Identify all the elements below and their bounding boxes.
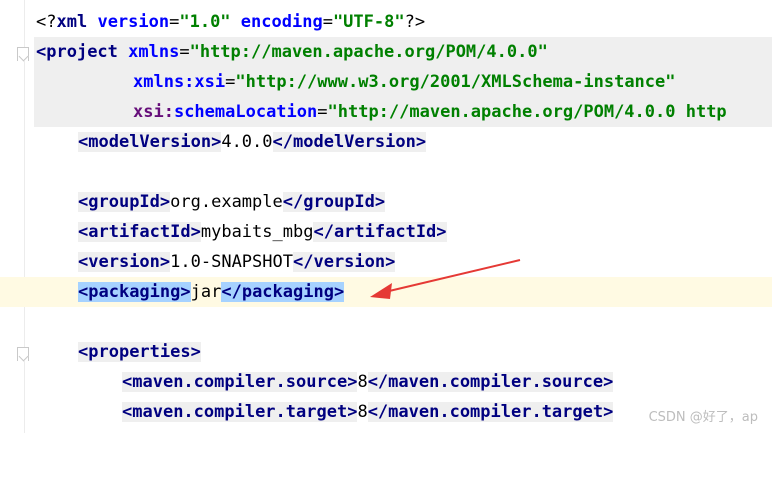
csdn-watermark: CSDN @好了，ap	[648, 410, 758, 425]
annotation-arrow-icon	[370, 259, 521, 299]
